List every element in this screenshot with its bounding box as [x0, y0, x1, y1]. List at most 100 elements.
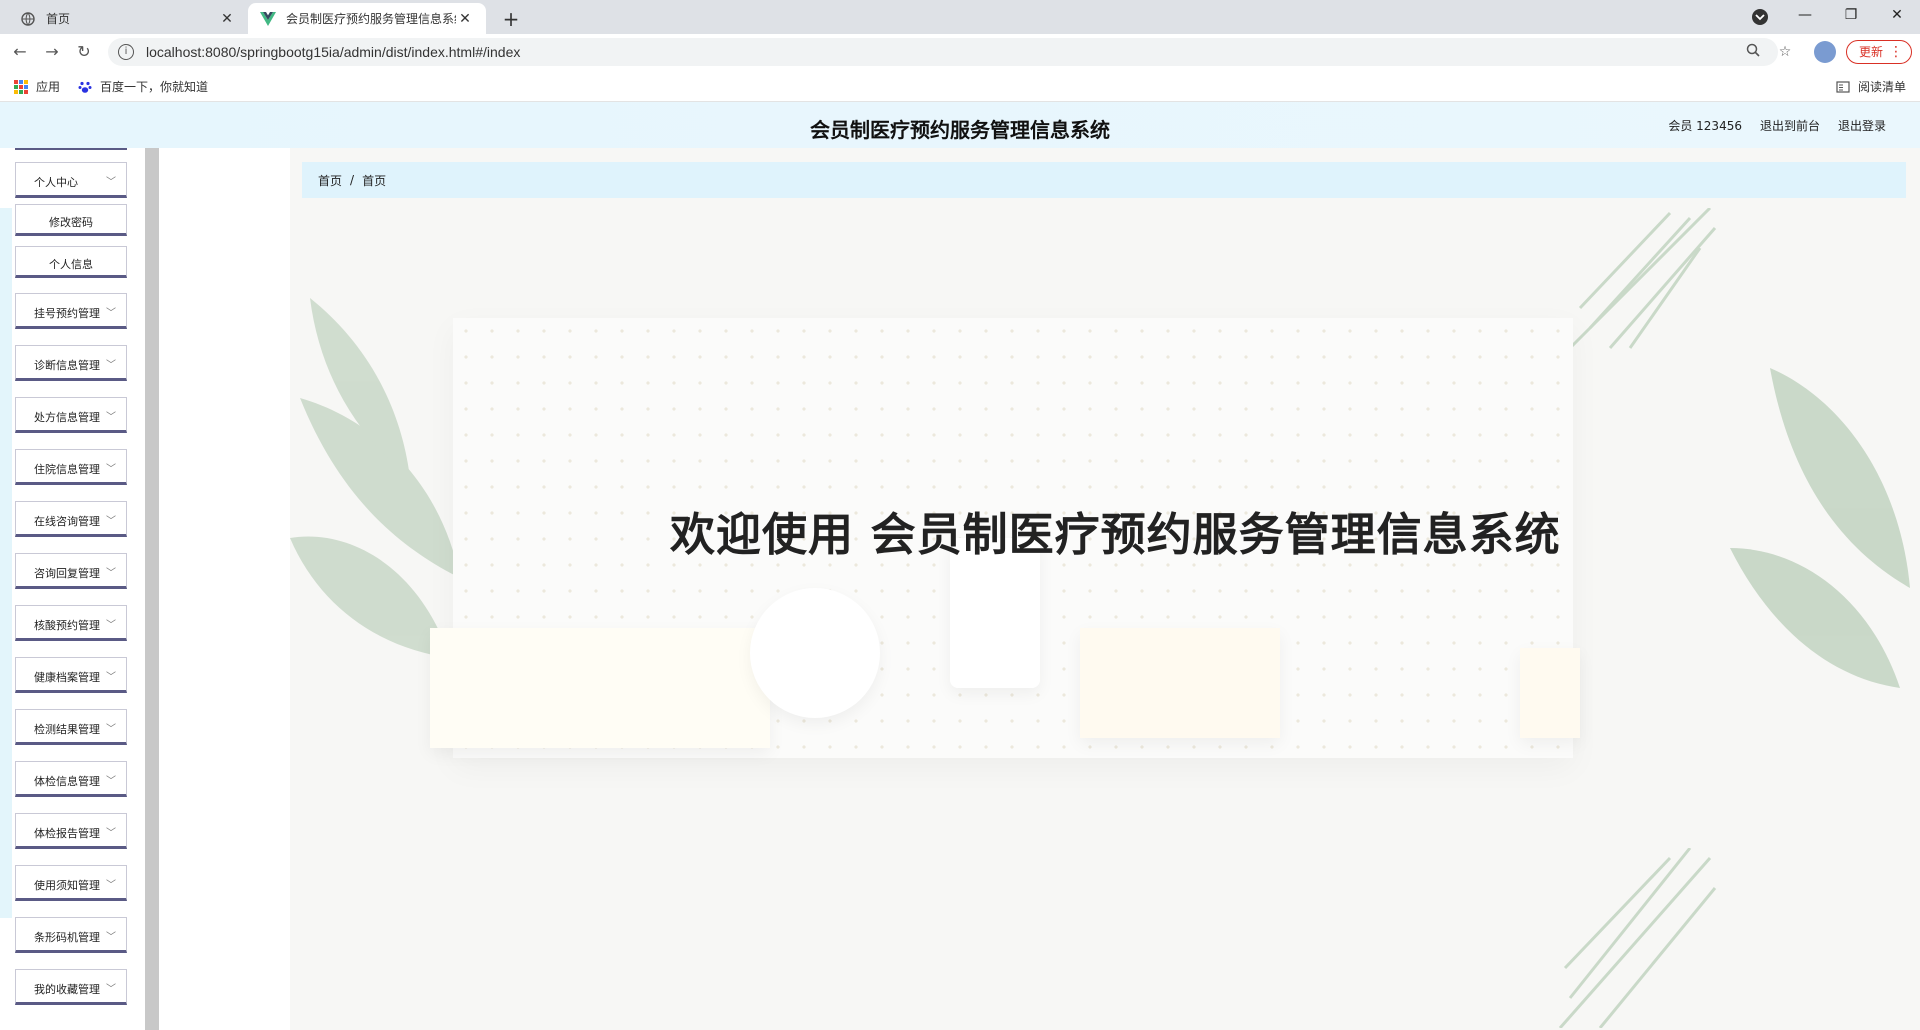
bookmark-star-icon[interactable]: ☆	[1776, 43, 1794, 61]
current-user: 会员 123456	[1668, 119, 1742, 133]
reading-list-label: 阅读清单	[1858, 80, 1907, 94]
chevron-down-icon: ﹀	[106, 932, 116, 943]
sidebar-item-group[interactable]: 处方信息管理 ﹀	[15, 397, 127, 433]
tab-title: 会员制医疗预约服务管理信息系统	[286, 12, 456, 26]
welcome-heading: 欢迎使用 会员制医疗预约服务管理信息系统	[670, 508, 1561, 561]
restore-icon[interactable]: ❐	[1828, 0, 1874, 30]
chevron-down-icon: ﹀	[106, 776, 116, 787]
sidebar-item-group[interactable]: 条形码机管理 ﹀	[15, 917, 127, 953]
vue-logo-icon	[260, 11, 276, 27]
browser-tabstrip: 首页 ✕ 会员制医疗预约服务管理信息系统 ✕ + — ❐ ✕	[0, 0, 1920, 34]
decor-block	[430, 628, 770, 748]
sidebar-item-group[interactable]: 住院信息管理 ﹀	[15, 449, 127, 485]
menu-label: 体检报告管理	[34, 827, 100, 840]
sidebar-item-group[interactable]: 诊断信息管理 ﹀	[15, 345, 127, 381]
chevron-down-icon: ﹀	[106, 724, 116, 735]
chevron-down-icon: ﹀	[106, 516, 116, 527]
palm-bottom-icon	[1558, 848, 1717, 1028]
breadcrumb-current: 首页	[362, 173, 387, 188]
back-to-frontend-link[interactable]: 退出到前台	[1760, 117, 1820, 134]
sidebar-item-personal-center[interactable]: 个人中心 ﹀	[15, 162, 127, 198]
globe-icon	[20, 11, 36, 27]
tab-title: 首页	[46, 12, 71, 26]
sidebar-item-personal-info[interactable]: 个人信息	[15, 246, 127, 278]
update-label: 更新	[1859, 45, 1884, 59]
close-icon[interactable]: ✕	[456, 10, 474, 28]
address-bar[interactable]: i localhost:8080/springbootg15ia/admin/d…	[108, 38, 1778, 66]
menu-label: 核酸预约管理	[34, 619, 100, 632]
reload-icon[interactable]: ↻	[72, 40, 96, 64]
sidebar-scrollbar[interactable]	[145, 148, 159, 1030]
chevron-down-icon: ﹀	[106, 308, 116, 319]
new-tab-button[interactable]: +	[498, 6, 524, 32]
sidebar-item-group[interactable]: 咨询回复管理 ﹀	[15, 553, 127, 589]
decor-ring	[750, 588, 880, 718]
chevron-down-icon: ﹀	[106, 177, 116, 188]
bookmark-apps[interactable]: 应用	[14, 78, 60, 95]
baidu-paw-icon	[78, 80, 92, 94]
chevron-down-icon: ﹀	[106, 464, 116, 475]
breadcrumb-home[interactable]: 首页	[318, 172, 342, 189]
chevron-down-icon: ﹀	[106, 412, 116, 423]
sidebar-item-group[interactable]: 核酸预约管理 ﹀	[15, 605, 127, 641]
welcome-banner: 欢迎使用 会员制医疗预约服务管理信息系统	[290, 208, 1920, 1030]
bookmark-label: 应用	[36, 80, 61, 94]
app-root: 会员制医疗预约服务管理信息系统 会员 123456 退出到前台 退出登录 个人中…	[0, 102, 1920, 1030]
profile-avatar[interactable]	[1814, 41, 1836, 63]
url-text[interactable]: localhost:8080/springbootg15ia/admin/dis…	[146, 44, 520, 60]
menu-label: 诊断信息管理	[34, 359, 100, 372]
bookmark-label: 百度一下，你就知道	[100, 80, 209, 94]
chevron-down-icon: ﹀	[106, 828, 116, 839]
tab-home[interactable]: 首页 ✕	[8, 3, 248, 34]
zoom-icon[interactable]	[1744, 43, 1762, 61]
chevron-down-icon: ﹀	[106, 984, 116, 995]
app-title: 会员制医疗预约服务管理信息系统	[810, 118, 1110, 142]
sidebar-item-group[interactable]: 检测结果管理 ﹀	[15, 709, 127, 745]
reading-list[interactable]: 阅读清单	[1836, 78, 1906, 95]
tab-system[interactable]: 会员制医疗预约服务管理信息系统 ✕	[248, 3, 486, 34]
menu-label: 在线咨询管理	[34, 515, 100, 528]
menu-label: 个人信息	[49, 258, 93, 271]
chevron-down-icon: ﹀	[106, 672, 116, 683]
breadcrumb: 首页 / 首页	[302, 162, 1906, 198]
menu-label: 我的收藏管理	[34, 983, 100, 996]
sidebar-item-group[interactable]: 体检信息管理 ﹀	[15, 761, 127, 797]
menu-top-divider	[15, 148, 127, 150]
menu-label: 检测结果管理	[34, 723, 100, 736]
menu-label: 使用须知管理	[34, 879, 100, 892]
window-close-icon[interactable]: ✕	[1874, 0, 1920, 30]
palm-top-icon	[1568, 208, 1717, 350]
menu-label: 住院信息管理	[34, 463, 100, 476]
sidebar-item-group[interactable]: 我的收藏管理 ﹀	[15, 969, 127, 1005]
tab-search-icon[interactable]	[1750, 7, 1770, 27]
menu-label: 条形码机管理	[34, 931, 100, 944]
menu-label: 处方信息管理	[34, 411, 100, 424]
info-icon[interactable]: i	[118, 44, 134, 60]
sidebar-accent	[0, 208, 12, 918]
sidebar-item-group[interactable]: 在线咨询管理 ﹀	[15, 501, 127, 537]
back-arrow-icon[interactable]: ←	[8, 40, 32, 64]
chevron-down-icon: ﹀	[106, 620, 116, 631]
menu-label: 修改密码	[49, 216, 93, 229]
sidebar-item-group[interactable]: 使用须知管理 ﹀	[15, 865, 127, 901]
logout-link[interactable]: 退出登录	[1838, 117, 1886, 134]
decor-box	[1080, 628, 1280, 738]
menu-label: 个人中心	[34, 176, 78, 189]
sidebar-item-group[interactable]: 健康档案管理 ﹀	[15, 657, 127, 693]
close-icon[interactable]: ✕	[218, 10, 236, 28]
browser-toolbar: ← → ↻ i localhost:8080/springbootg15ia/a…	[0, 34, 1920, 70]
more-vert-icon: ⋮	[1889, 44, 1903, 60]
minimize-icon[interactable]: —	[1782, 0, 1828, 30]
sidebar-item-group[interactable]: 体检报告管理 ﹀	[15, 813, 127, 849]
plant-right-icon	[1730, 368, 1910, 688]
sidebar-item-change-password[interactable]: 修改密码	[15, 204, 127, 236]
breadcrumb-separator: /	[350, 173, 355, 187]
decor-stand	[1520, 648, 1580, 738]
chevron-down-icon: ﹀	[106, 880, 116, 891]
sidebar-menu: 个人中心 ﹀ 修改密码 个人信息 挂号预约管理 ﹀ 诊断信息管理 ﹀ 处方信息管理 ﹀ 住院…	[0, 148, 128, 1030]
update-button[interactable]: 更新 ⋮	[1846, 40, 1912, 64]
bookmark-baidu[interactable]: 百度一下，你就知道	[78, 78, 208, 95]
forward-arrow-icon[interactable]: →	[40, 40, 64, 64]
sidebar-item-group[interactable]: 挂号预约管理 ﹀	[15, 293, 127, 329]
menu-label: 健康档案管理	[34, 671, 100, 684]
